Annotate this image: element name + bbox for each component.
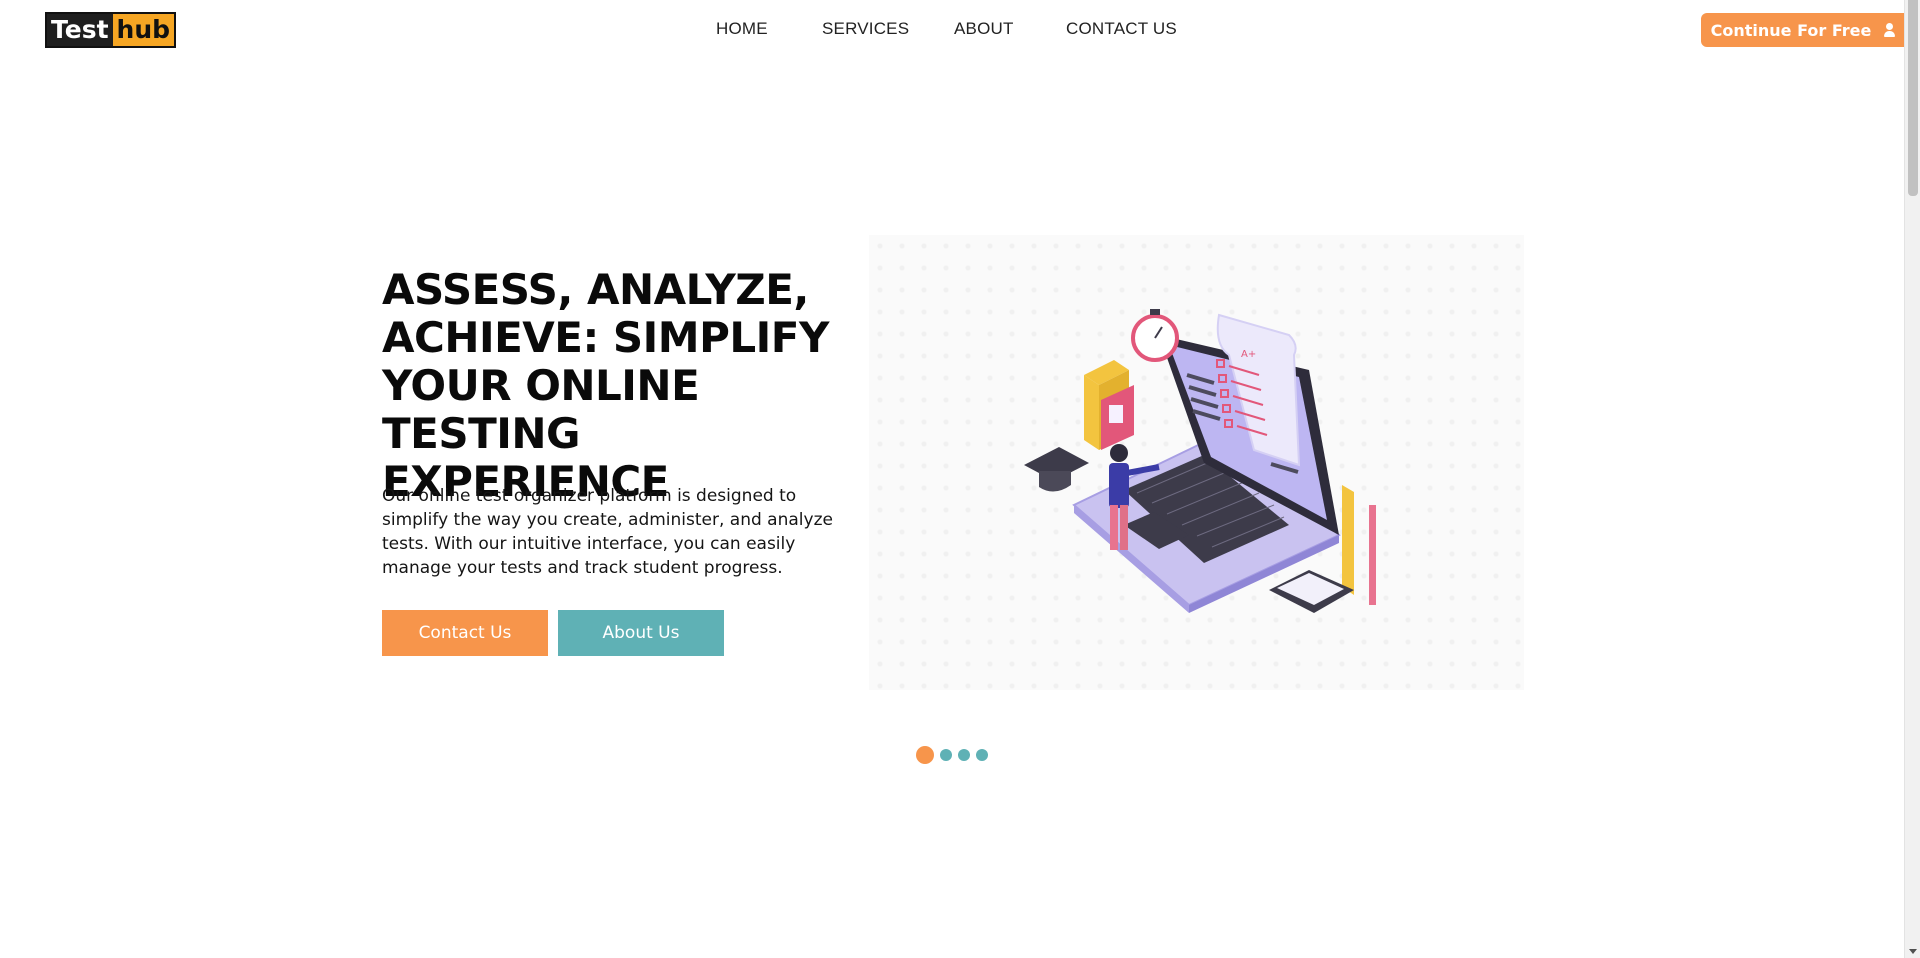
online-testing-illustration: A+ (1024, 309, 1376, 613)
red-book-label (1109, 405, 1123, 423)
page-scrollbar[interactable] (1904, 0, 1920, 958)
pencil (1369, 505, 1376, 605)
nav-contact-us[interactable]: CONTACT US (1066, 19, 1177, 39)
carousel-dot-2[interactable] (940, 749, 952, 761)
ruler (1342, 485, 1354, 595)
person-leg-left (1110, 505, 1118, 550)
grade-label: A+ (1241, 349, 1256, 360)
hero-title: ASSESS, ANALYZE, ACHIEVE: SIMPLIFY YOUR … (382, 265, 829, 506)
person-head (1110, 444, 1128, 462)
nav-services[interactable]: SERVICES (822, 19, 909, 39)
carousel-dot-4[interactable] (976, 749, 988, 761)
carousel-dot-3[interactable] (958, 749, 970, 761)
user-icon (1883, 23, 1897, 37)
hero-description: Our online test organizer platform is de… (382, 486, 833, 578)
nav-about[interactable]: ABOUT (954, 19, 1014, 39)
carousel-dot-1[interactable] (916, 746, 934, 764)
person-torso (1109, 463, 1129, 508)
person-leg-right (1120, 505, 1128, 550)
book-spine (1084, 375, 1099, 450)
scroll-down-arrow-icon[interactable] (1909, 949, 1917, 954)
site-header: Test hub HOME SERVICES ABOUT CONTACT US … (0, 0, 1907, 60)
main-nav: HOME SERVICES ABOUT CONTACT US (0, 19, 1904, 41)
carousel-dots (916, 746, 988, 764)
contact-us-button[interactable]: Contact Us (382, 610, 548, 656)
continue-for-free-label: Continue For Free (1710, 20, 1872, 40)
hero-illustration: A+ (869, 235, 1524, 690)
nav-home[interactable]: HOME (716, 19, 768, 39)
scrollbar-thumb[interactable] (1908, 0, 1918, 196)
about-us-button[interactable]: About Us (558, 610, 724, 656)
continue-for-free-button[interactable]: Continue For Free (1701, 13, 1907, 47)
